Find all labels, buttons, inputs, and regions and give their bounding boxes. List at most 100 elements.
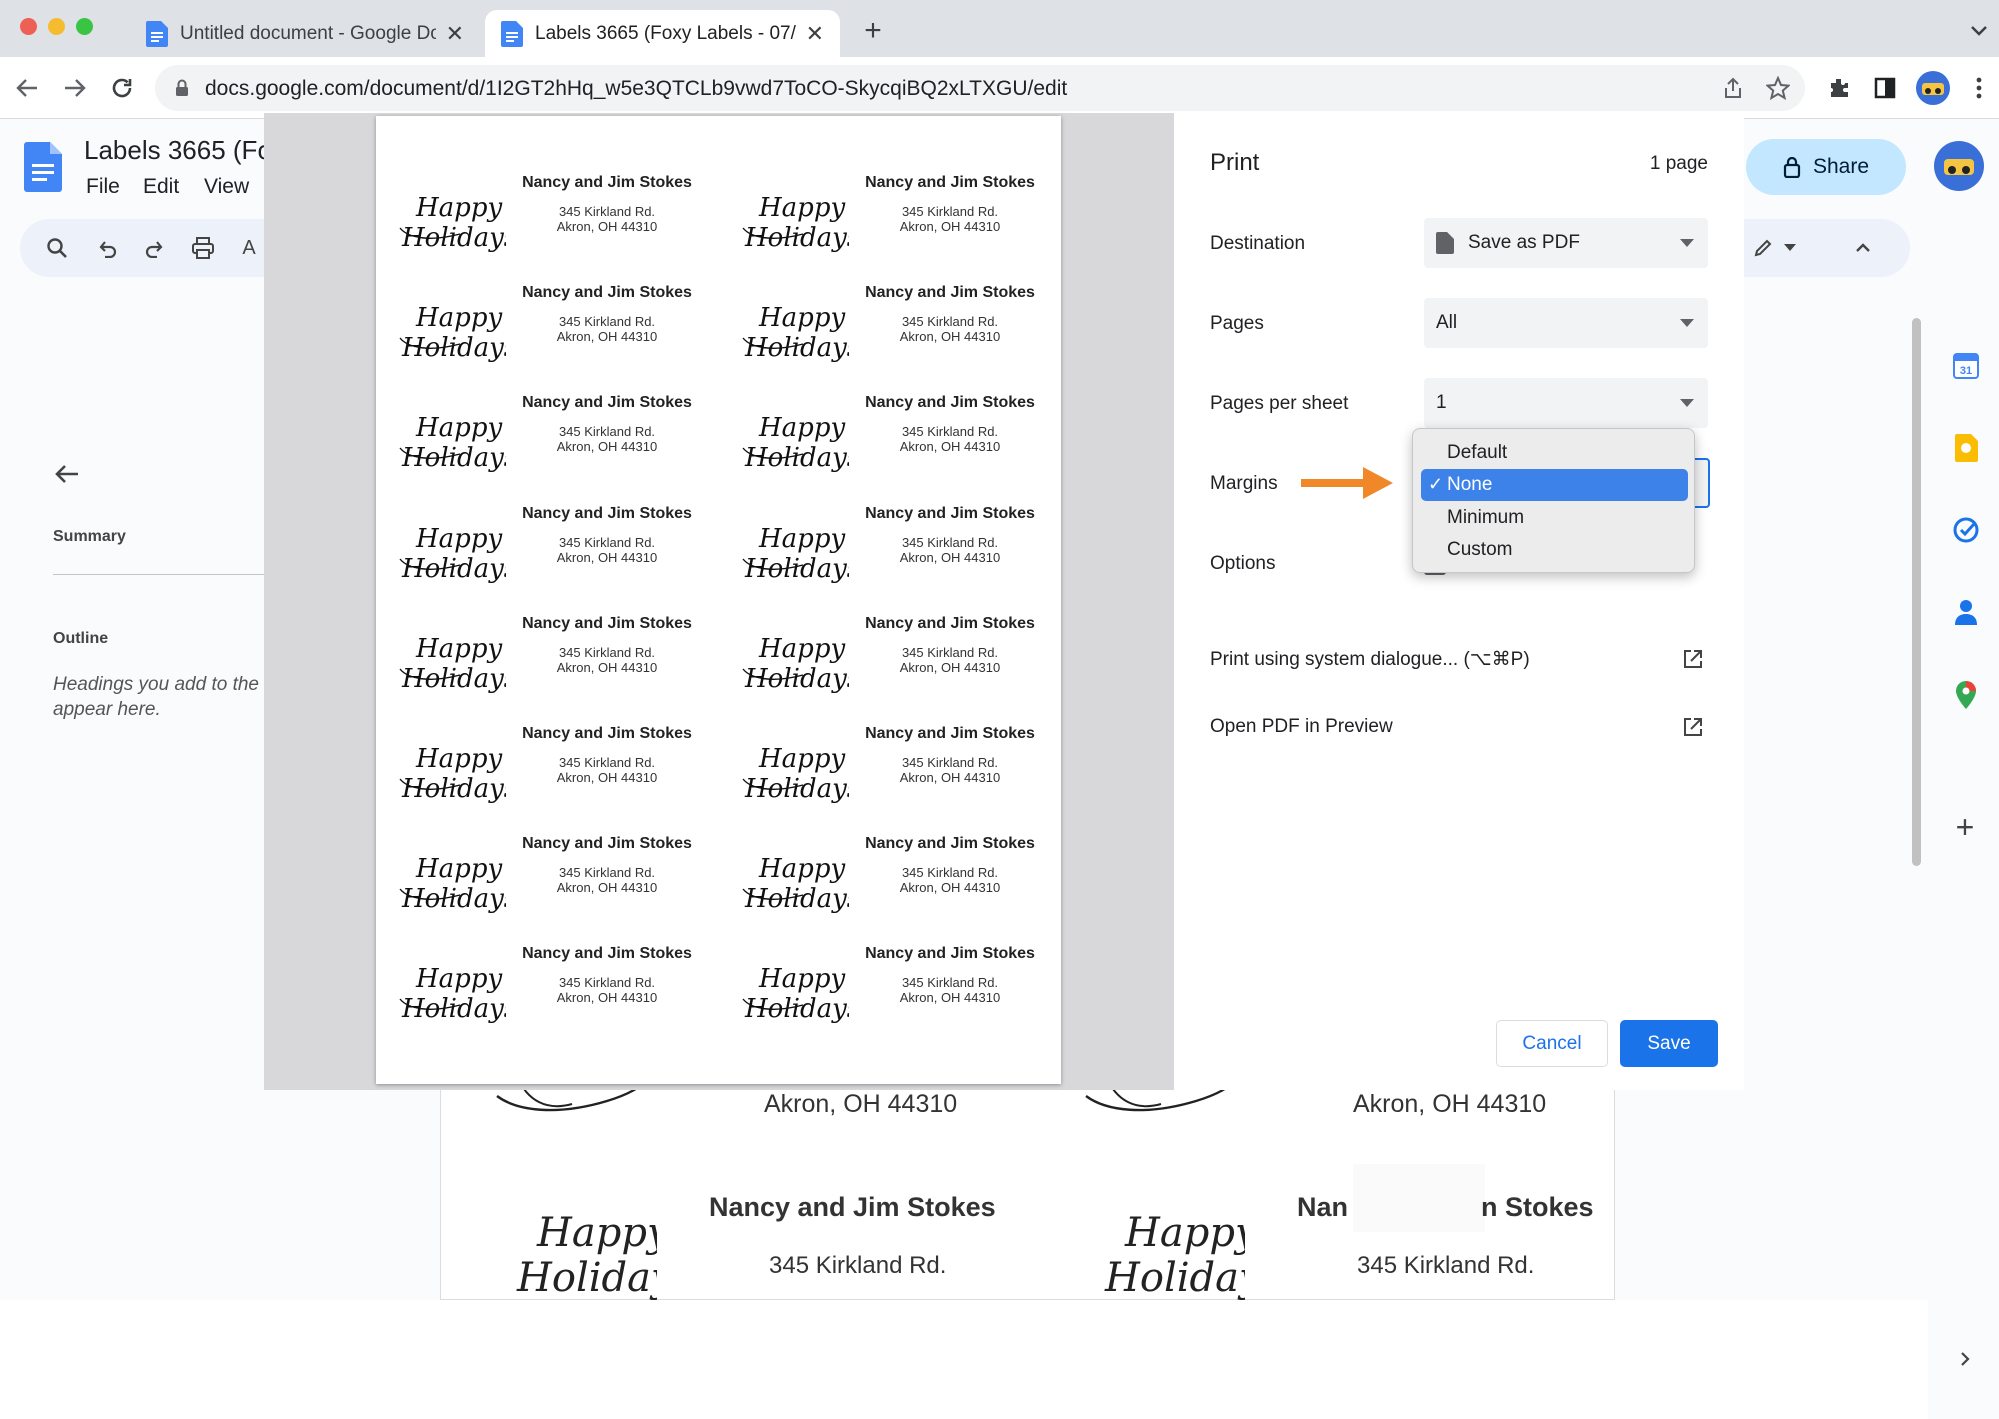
menu-view[interactable]: View [204,175,249,199]
happy-holidays-graphic: Happy Holidays [741,847,849,917]
margin-option-custom[interactable]: Custom [1421,534,1688,566]
extensions-puzzle-icon[interactable] [1824,73,1854,103]
label-street: 345 Kirkland Rd. [901,975,999,991]
happy-holidays-graphic: Happy Holidays [741,627,849,697]
outline-hint-line-1: Headings you add to the [53,674,259,695]
editing-mode-dropdown-icon[interactable] [1782,241,1798,255]
print-system-dialog-link[interactable]: Print using system dialogue... (⌥⌘P) [1210,648,1530,671]
pages-select[interactable]: All [1424,298,1708,348]
close-tab-icon[interactable]: ✕ [806,21,824,47]
label-city: Akron, OH 44310 [899,219,1001,234]
bg-name-left: Nancy and Jim Stokes [709,1192,996,1222]
bg-name-right-end: n Stokes [1481,1192,1594,1222]
pages-label: Pages [1210,313,1264,334]
close-tab-icon[interactable]: ✕ [446,21,464,47]
options-label: Options [1210,553,1276,574]
hide-menus-chevron-icon[interactable] [1850,235,1876,261]
docs-logo-icon[interactable] [24,142,62,192]
happy-holidays-graphic: Happy Holidays [398,847,506,917]
share-button[interactable]: Share [1746,139,1906,195]
tab-labels-3665[interactable]: Labels 3665 (Foxy Labels - 07/ ✕ [485,10,840,57]
label-name: Nancy and Jim Stokes [865,284,1035,302]
browser-menu-icon[interactable] [1966,73,1992,103]
orange-arrow-annotation [1301,465,1395,501]
maps-icon[interactable] [1954,680,1978,710]
keep-icon[interactable] [1952,434,1980,462]
destination-select[interactable]: Save as PDF [1424,218,1708,268]
dropdown-arrow-icon [1680,319,1694,327]
scrollbar[interactable] [1912,318,1921,866]
cancel-button[interactable]: Cancel [1496,1020,1608,1067]
open-external-icon[interactable] [1682,716,1704,738]
label-name: Nancy and Jim Stokes [522,945,692,963]
bg-street-right: 345 Kirkland Rd. [1357,1252,1535,1279]
svg-text:Holidays: Holidays [744,664,849,694]
margin-option-default[interactable]: Default [1421,437,1688,469]
margin-option-none[interactable]: ✓ None [1421,469,1688,501]
tasks-icon[interactable] [1952,516,1980,544]
side-panel-icon[interactable] [1870,73,1900,103]
label-street: 345 Kirkland Rd. [558,204,656,219]
tab-search-chevron-icon[interactable] [1966,18,1992,44]
print-icon[interactable] [190,235,216,261]
share-page-icon[interactable] [1720,75,1746,101]
open-external-icon[interactable] [1682,648,1704,670]
back-arrow-icon[interactable] [12,73,42,103]
expand-panel-chevron-icon[interactable] [1954,1348,1976,1370]
pages-per-sheet-select[interactable]: 1 [1424,378,1708,428]
address-label: Happy Holidays Nancy and Jim Stokes 345 Kir… [719,937,1049,1032]
tab-untitled-document[interactable]: Untitled document - Google Docs ✕ [130,10,480,57]
window-minimize-button[interactable] [48,18,65,35]
bookmark-star-icon[interactable] [1765,75,1791,101]
close-outline-arrow-icon[interactable] [52,459,82,489]
outline-heading: Outline [53,630,109,647]
svg-text:Holidays: Holidays [401,994,506,1024]
menu-edit[interactable]: Edit [143,175,179,199]
outline-hint-line-2: appear here. [53,699,161,720]
open-pdf-preview-link[interactable]: Open PDF in Preview [1210,716,1393,738]
add-addon-plus-icon[interactable]: + [1950,809,1980,845]
undo-icon[interactable] [94,235,120,261]
label-city: Akron, OH 44310 [899,659,1001,675]
label-city: Akron, OH 44310 [556,219,658,234]
contacts-icon[interactable] [1952,598,1980,626]
print-title: Print [1210,149,1260,176]
forward-arrow-icon[interactable] [60,73,90,103]
svg-text:Happy: Happy [758,964,845,994]
lock-icon[interactable] [173,79,191,97]
happy-holidays-graphic: Happy Holidays [398,296,506,366]
editing-mode-pencil-icon[interactable] [1750,235,1776,261]
account-avatar[interactable] [1934,141,1984,191]
label-street: 345 Kirkland Rd. [901,644,999,660]
happy-holidays-graphic: Happy Holidays [487,1191,657,1301]
svg-text:Happy: Happy [415,744,502,774]
bg-city-left: Akron, OH 44310 [764,1090,958,1118]
address-label: Happy Holidays Nancy and Jim Stokes 345 Kir… [719,497,1049,592]
profile-avatar-icon[interactable] [1916,71,1950,105]
label-city: Akron, OH 44310 [556,549,658,565]
happy-holidays-graphic: Happy Holidays [398,737,506,807]
search-menus-icon[interactable] [44,235,70,261]
label-name: Nancy and Jim Stokes [865,725,1035,742]
svg-text:Holidays: Holidays [516,1255,657,1301]
redo-icon[interactable] [142,235,168,261]
document-title[interactable]: Labels 3665 (Fo [84,135,272,166]
omnibox[interactable]: docs.google.com/document/d/1I2GT2hHq_w5e… [155,65,1805,111]
label-city: Akron, OH 44310 [899,439,1001,455]
browser-tab-bar: Untitled document - Google Docs ✕ Labels… [0,0,1999,57]
spellcheck-icon[interactable]: A [236,235,262,261]
label-city: Akron, OH 44310 [556,770,658,785]
happy-holidays-graphic: Happy Holidays [398,517,506,587]
window-zoom-button[interactable] [76,18,93,35]
calendar-icon[interactable]: 31 [1952,352,1980,380]
address-label: Happy Holidays Nancy and Jim Stokes 345 Kir… [376,166,706,261]
svg-text:Happy: Happy [536,1210,657,1256]
menu-file[interactable]: File [86,175,120,199]
happy-holidays-graphic: Happy Holidays [1075,1191,1245,1301]
label-name: Nancy and Jim Stokes [865,835,1035,853]
margin-option-minimum[interactable]: Minimum [1421,502,1688,534]
new-tab-icon[interactable]: + [858,14,888,47]
reload-icon[interactable] [107,73,137,103]
window-close-button[interactable] [20,18,37,35]
save-button[interactable]: Save [1620,1020,1718,1067]
